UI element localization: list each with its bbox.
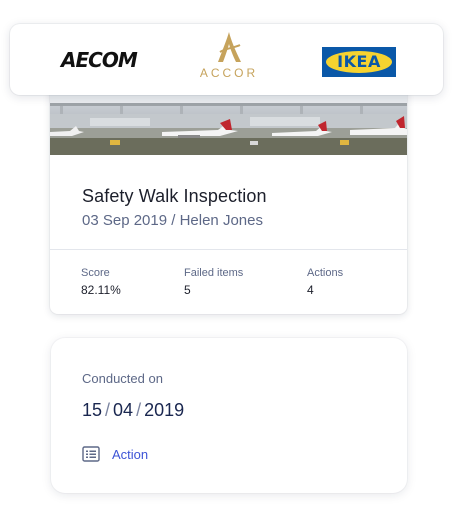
failed-items-label: Failed items	[184, 267, 244, 279]
actions-label: Actions	[307, 267, 344, 279]
date-year: 2019	[144, 400, 185, 420]
accor-mark-icon	[218, 32, 241, 62]
ikea-logo: IKEA	[322, 47, 396, 77]
conducted-date[interactable]: 15/04/2019	[82, 400, 184, 421]
date-month: 04	[113, 400, 134, 420]
stat-failed-items: Failed items 5	[184, 267, 243, 297]
page: Safety Walk Inspection 03 Sep 2019 / Hel…	[0, 0, 453, 506]
failed-items-value: 5	[184, 283, 191, 297]
list-icon	[82, 446, 100, 462]
ikea-logo-text: IKEA	[337, 52, 381, 71]
actions-value: 4	[307, 283, 314, 297]
conducted-card: Conducted on 15/04/2019 Action	[51, 338, 407, 493]
score-label: Score	[81, 267, 110, 279]
date-separator: /	[105, 400, 111, 420]
date-separator: /	[136, 400, 142, 420]
accor-logo-text: ACCOR	[199, 66, 259, 80]
stat-score: Score 82.11%	[81, 267, 121, 297]
customer-logos-bar: AECOM ACCOR IKEA	[10, 24, 443, 95]
score-value: 82.11%	[81, 283, 121, 297]
action-label: Action	[112, 446, 149, 462]
stat-actions: Actions 4	[307, 267, 343, 297]
action-button[interactable]: Action	[82, 444, 148, 464]
card-divider	[50, 249, 407, 250]
conducted-on-label: Conducted on	[82, 371, 163, 386]
aecom-logo: AECOM	[61, 48, 138, 72]
inspection-title: Safety Walk Inspection	[82, 186, 267, 206]
inspection-subtitle: 03 Sep 2019 / Helen Jones	[82, 212, 263, 229]
accor-logo: ACCOR	[196, 30, 262, 86]
date-day: 15	[82, 400, 103, 420]
